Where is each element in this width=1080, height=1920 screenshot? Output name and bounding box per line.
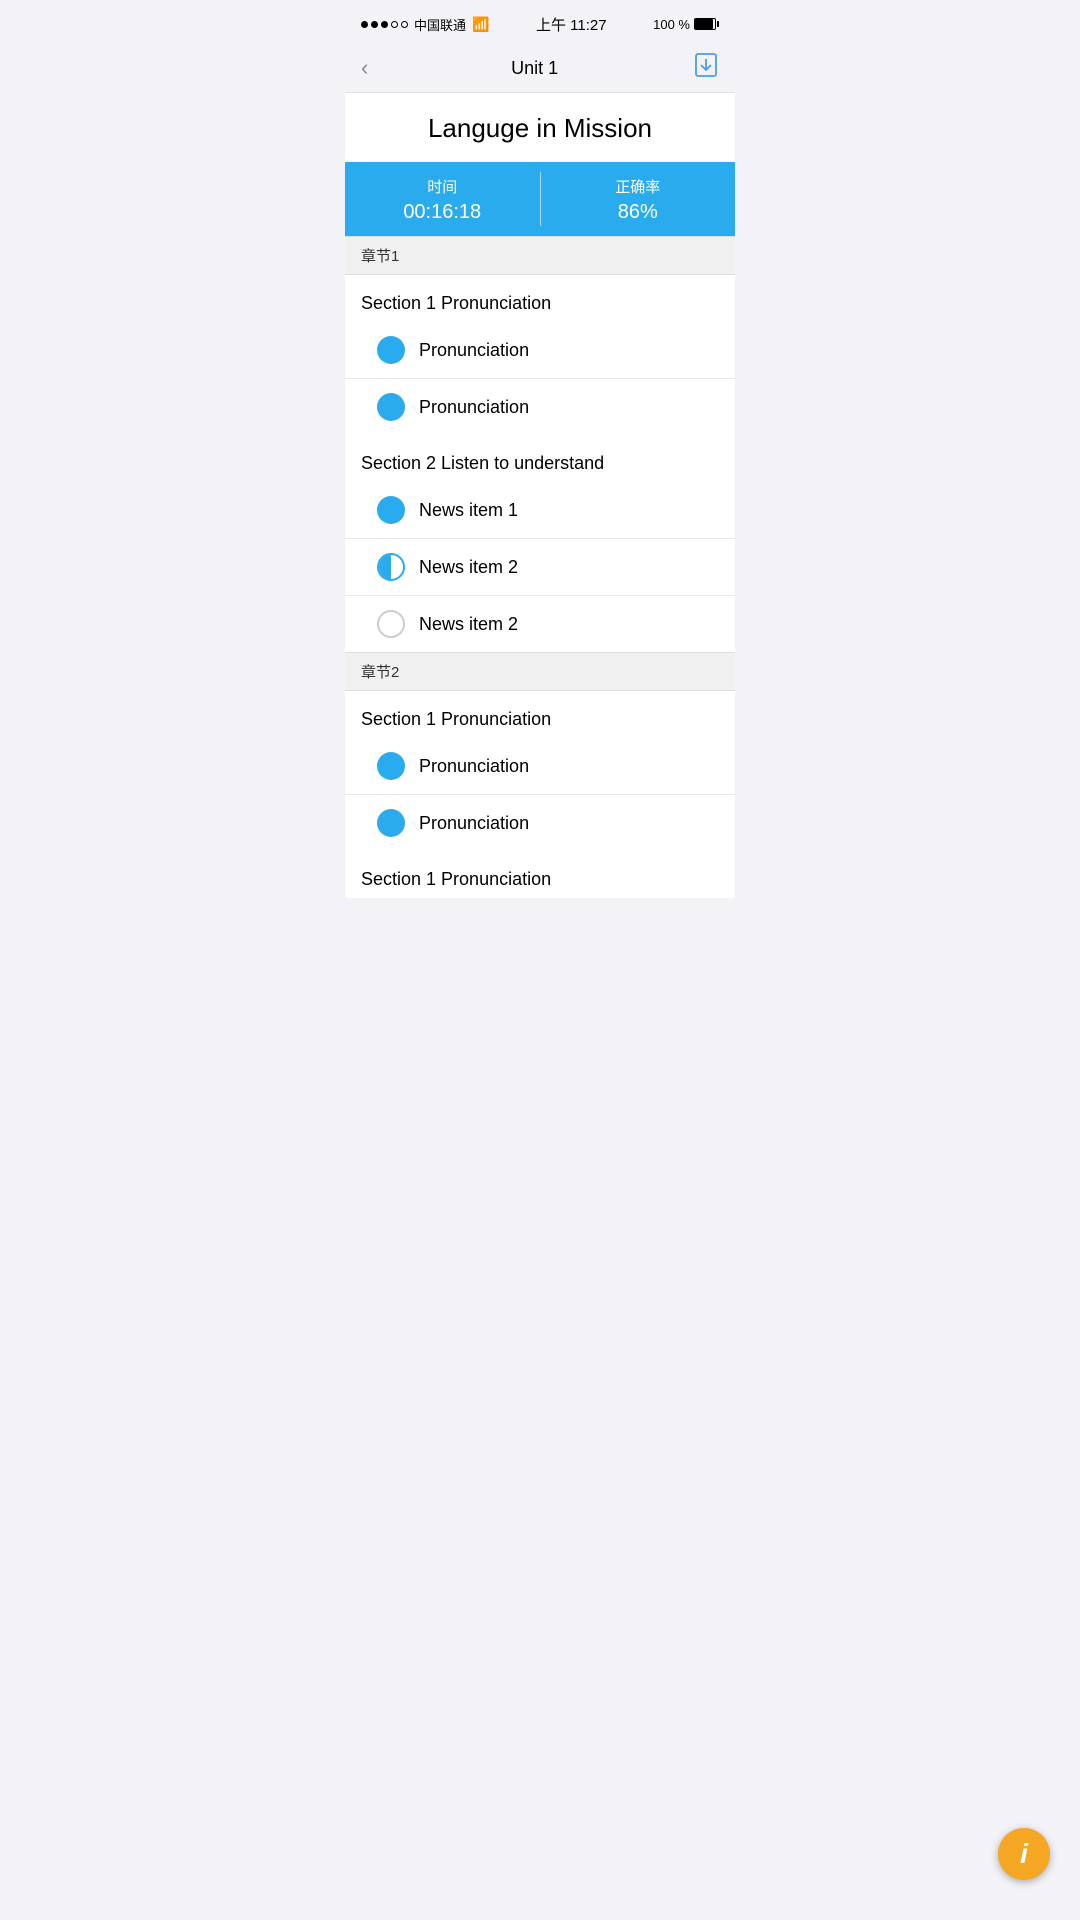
item-label: News item 2 — [419, 557, 518, 578]
chapter-header-2: 章节2 — [345, 652, 735, 691]
status-right: 100 % — [653, 17, 719, 32]
item-label: Pronunciation — [419, 756, 529, 777]
stats-accuracy-value: 86% — [541, 201, 736, 224]
list-item[interactable]: Pronunciation — [345, 322, 735, 379]
battery-fill — [695, 19, 713, 29]
signal-dot-4 — [391, 21, 398, 28]
list-item[interactable]: Pronunciation — [345, 379, 735, 435]
list-item[interactable]: Pronunciation — [345, 738, 735, 795]
circle-full-icon — [377, 393, 405, 421]
battery-text: 100 % — [653, 17, 690, 32]
battery-tip — [717, 21, 719, 27]
back-button[interactable]: ‹ — [361, 53, 376, 83]
download-icon — [693, 52, 719, 78]
wifi-icon: 📶 — [472, 16, 489, 33]
section-block-2-2: Section 1 Pronunciation — [345, 851, 735, 898]
info-button[interactable]: i — [998, 1828, 1050, 1880]
nav-title: Unit 1 — [511, 58, 558, 79]
circle-full-icon — [377, 496, 405, 524]
list-item[interactable]: News item 1 — [345, 482, 735, 539]
item-label: Pronunciation — [419, 813, 529, 834]
stats-bar: 时间 00:16:18 正确率 86% — [345, 162, 735, 236]
section-title-2-1: Section 1 Pronunciation — [345, 691, 735, 738]
chapters-container: 章节1Section 1 PronunciationPronunciationP… — [345, 236, 735, 898]
status-time: 上午 11:27 — [536, 14, 607, 35]
stats-time: 时间 00:16:18 — [345, 162, 540, 236]
section-title-1-2: Section 2 Listen to understand — [345, 435, 735, 482]
stats-time-label: 时间 — [345, 176, 540, 197]
item-label: Pronunciation — [419, 340, 529, 361]
signal-dot-5 — [401, 21, 408, 28]
stats-time-value: 00:16:18 — [345, 201, 540, 224]
circle-half-icon — [377, 553, 405, 581]
section-title-1-1: Section 1 Pronunciation — [345, 275, 735, 322]
circle-full-icon — [377, 809, 405, 837]
section-block-2-1: Section 1 Pronunciation Pronunciation Pron… — [345, 691, 735, 851]
status-left: 中国联通 📶 — [361, 15, 489, 34]
circle-empty-icon — [377, 610, 405, 638]
section-title-2-2: Section 1 Pronunciation — [345, 851, 735, 898]
battery-icon — [694, 18, 719, 30]
list-item[interactable]: Pronunciation — [345, 795, 735, 851]
nav-bar: ‹ Unit 1 — [345, 44, 735, 93]
item-label: News item 2 — [419, 614, 518, 635]
circle-full-icon — [377, 752, 405, 780]
section-block-1-2: Section 2 Listen to understand News item … — [345, 435, 735, 652]
circle-full-icon — [377, 336, 405, 364]
carrier-text: 中国联通 — [414, 15, 466, 34]
item-label: Pronunciation — [419, 397, 529, 418]
list-item[interactable]: News item 2 — [345, 596, 735, 652]
signal-dot-2 — [371, 21, 378, 28]
signal-dot-3 — [381, 21, 388, 28]
list-item[interactable]: News item 2 — [345, 539, 735, 596]
download-button[interactable] — [693, 52, 719, 84]
chapter-header-1: 章节1 — [345, 236, 735, 275]
signal-dots — [361, 21, 408, 28]
item-label: News item 1 — [419, 500, 518, 521]
page-title: Languge in Mission — [345, 93, 735, 162]
stats-accuracy-label: 正确率 — [541, 176, 736, 197]
status-bar: 中国联通 📶 上午 11:27 100 % — [345, 0, 735, 44]
stats-accuracy: 正确率 86% — [541, 162, 736, 236]
section-block-1-1: Section 1 Pronunciation Pronunciation Pron… — [345, 275, 735, 435]
battery-body — [694, 18, 716, 30]
signal-dot-1 — [361, 21, 368, 28]
